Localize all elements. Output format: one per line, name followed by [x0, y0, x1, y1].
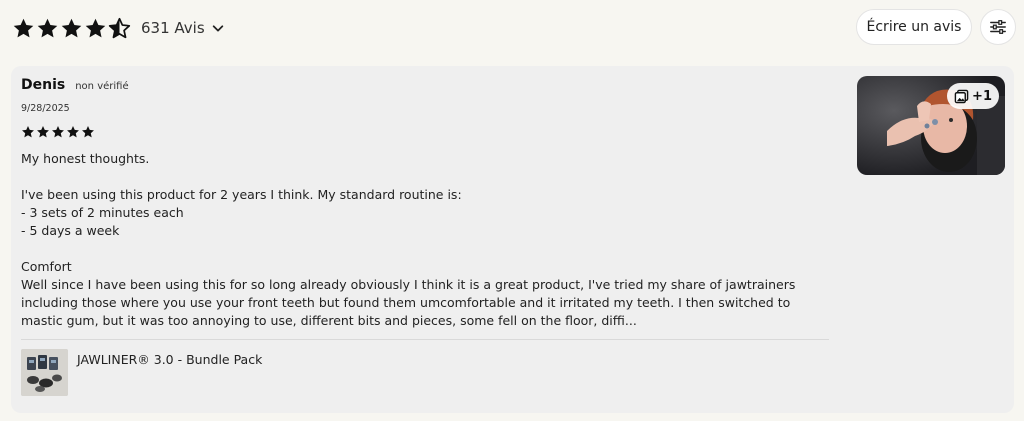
filter-button[interactable] — [980, 9, 1016, 45]
write-review-button[interactable]: Écrire un avis — [856, 9, 972, 45]
product-name: JAWLINER® 3.0 - Bundle Pack — [77, 352, 263, 367]
reviewed-product[interactable]: JAWLINER® 3.0 - Bundle Pack — [21, 349, 262, 396]
review-body: My honest thoughts. I've been using this… — [21, 150, 831, 330]
photo-extra-count: +1 — [972, 88, 992, 104]
average-rating-stars — [12, 17, 131, 40]
star-icon — [13, 18, 34, 37]
star-icon — [52, 126, 64, 138]
divider — [21, 339, 829, 340]
review-author: Denis — [21, 77, 66, 93]
review-card: Denis non vérifié 9/28/2025 My honest th… — [11, 66, 1014, 413]
star-icon — [37, 126, 49, 138]
review-author-row: Denis non vérifié — [21, 77, 129, 93]
star-icon — [22, 126, 34, 138]
gallery-icon — [954, 89, 969, 103]
star-icon — [37, 18, 58, 37]
photo-count-badge: +1 — [947, 83, 999, 109]
star-icon — [82, 126, 94, 138]
review-date: 9/28/2025 — [21, 103, 70, 114]
star-icon — [61, 18, 82, 37]
sliders-icon — [990, 20, 1006, 34]
review-count: 631 Avis — [141, 19, 205, 37]
review-rating-stars — [21, 125, 95, 139]
product-thumbnail — [21, 349, 68, 396]
chevron-down-icon[interactable] — [211, 21, 225, 35]
review-text: My honest thoughts. I've been using this… — [21, 151, 796, 328]
star-icon — [85, 18, 106, 37]
rating-summary[interactable]: 631 Avis — [12, 15, 225, 41]
half-star-icon — [108, 17, 131, 38]
verification-status: non vérifié — [75, 81, 129, 92]
star-icon — [67, 126, 79, 138]
reviews-header: 631 Avis Écrire un avis — [0, 0, 1024, 58]
review-photo[interactable]: +1 — [857, 76, 1005, 175]
